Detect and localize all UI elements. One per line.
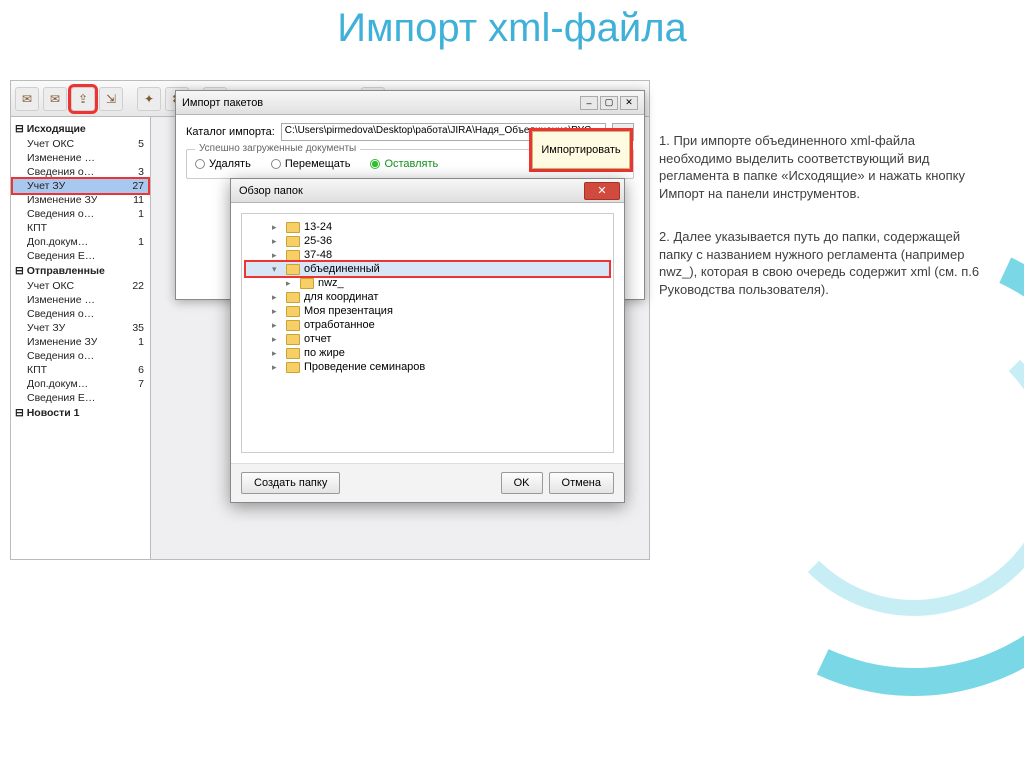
folder-icon [286, 348, 300, 359]
folder-item[interactable]: ▸отработанное [246, 318, 609, 332]
close-icon[interactable]: ✕ [620, 96, 638, 110]
slide-title: Импорт xml-файла [0, 6, 1024, 51]
nav-tree[interactable]: ⊟ ИсходящиеУчет ОКС5Изменение …Сведения … [11, 117, 151, 559]
mail-open-icon[interactable]: ✉ [15, 87, 39, 111]
folder-browse-dialog: Обзор папок ✕ ▸13-24▸25-36▸37-48▾объедин… [230, 178, 625, 503]
tree-item[interactable]: КПТ [13, 221, 148, 235]
folder-icon [286, 306, 300, 317]
mail-icon[interactable]: ✉ [43, 87, 67, 111]
tree-item[interactable]: Сведения о… [13, 307, 148, 321]
folder-item[interactable]: ▾объединенный [246, 262, 609, 276]
close-icon[interactable]: ✕ [584, 182, 620, 200]
folder-icon [286, 334, 300, 345]
folder-item[interactable]: ▸по жире [246, 346, 609, 360]
import-dialog-title: Импорт пакетов [182, 97, 263, 109]
radio-delete[interactable]: Удалять [195, 158, 251, 170]
tree-item[interactable]: Учет ОКС5 [13, 137, 148, 151]
folder-icon [300, 278, 314, 289]
import-button[interactable]: ⇪ [71, 87, 95, 111]
tree-item[interactable]: Сведения Е… [13, 391, 148, 405]
tree-item[interactable]: Учет ЗУ27 [13, 179, 148, 193]
folder-item[interactable]: ▸для координат [246, 290, 609, 304]
folder-tree[interactable]: ▸13-24▸25-36▸37-48▾объединенный▸nwz_▸для… [241, 213, 614, 453]
tree-group[interactable]: ⊟ Отправленные [15, 265, 148, 277]
tree-item[interactable]: Изменение ЗУ11 [13, 193, 148, 207]
tree-item[interactable]: Доп.докум…7 [13, 377, 148, 391]
folder-item[interactable]: ▸25-36 [246, 234, 609, 248]
tree-item[interactable]: Сведения о…1 [13, 207, 148, 221]
tree-item[interactable]: Изменение ЗУ1 [13, 335, 148, 349]
folder-item[interactable]: ▸Моя презентация [246, 304, 609, 318]
folder-item[interactable]: ▸37-48 [246, 248, 609, 262]
radio-move[interactable]: Перемещать [271, 158, 351, 170]
tree-group[interactable]: ⊟ Новости 1 [15, 407, 148, 419]
tree-item[interactable]: Сведения о… [13, 349, 148, 363]
tree-item[interactable]: Доп.докум…1 [13, 235, 148, 249]
folder-item[interactable]: ▸13-24 [246, 220, 609, 234]
tree-item[interactable]: Изменение … [13, 293, 148, 307]
group-legend: Успешно загруженные документы [195, 143, 360, 154]
tree-item[interactable]: Сведения Е… [13, 249, 148, 263]
instruction-step-1: 1. При импорте объединенного xml-файла н… [659, 132, 984, 202]
radio-leave[interactable]: Оставлять [370, 158, 438, 170]
browse-dialog-title: Обзор папок [239, 185, 303, 197]
tree-group[interactable]: ⊟ Исходящие [15, 123, 148, 135]
tree-item[interactable]: Учет ОКС22 [13, 279, 148, 293]
make-folder-button[interactable]: Создать папку [241, 472, 340, 494]
minimize-icon[interactable]: – [580, 96, 598, 110]
gear-icon[interactable]: ✦ [137, 87, 161, 111]
folder-item[interactable]: ▸отчет [246, 332, 609, 346]
folder-icon [286, 292, 300, 303]
folder-icon [286, 264, 300, 275]
folder-item[interactable]: ▸Проведение семинаров [246, 360, 609, 374]
folder-icon [286, 222, 300, 233]
ok-button[interactable]: OK [501, 472, 543, 494]
cancel-button[interactable]: Отмена [549, 472, 614, 494]
do-import-button[interactable]: Импортировать [532, 131, 630, 169]
tree-item[interactable]: Сведения о…3 [13, 165, 148, 179]
tree-item[interactable]: Изменение … [13, 151, 148, 165]
folder-icon [286, 236, 300, 247]
tree-item[interactable]: КПТ6 [13, 363, 148, 377]
maximize-icon[interactable]: ▢ [600, 96, 618, 110]
folder-icon [286, 320, 300, 331]
instructions-panel: 1. При импорте объединенного xml-файла н… [659, 132, 984, 324]
folder-icon [286, 250, 300, 261]
catalog-label: Каталог импорта: [186, 126, 275, 138]
tree-item[interactable]: Учет ЗУ35 [13, 321, 148, 335]
instruction-step-2: 2. Далее указывается путь до папки, соде… [659, 228, 984, 298]
export-icon[interactable]: ⇲ [99, 87, 123, 111]
folder-item[interactable]: ▸nwz_ [246, 276, 609, 290]
folder-icon [286, 362, 300, 373]
